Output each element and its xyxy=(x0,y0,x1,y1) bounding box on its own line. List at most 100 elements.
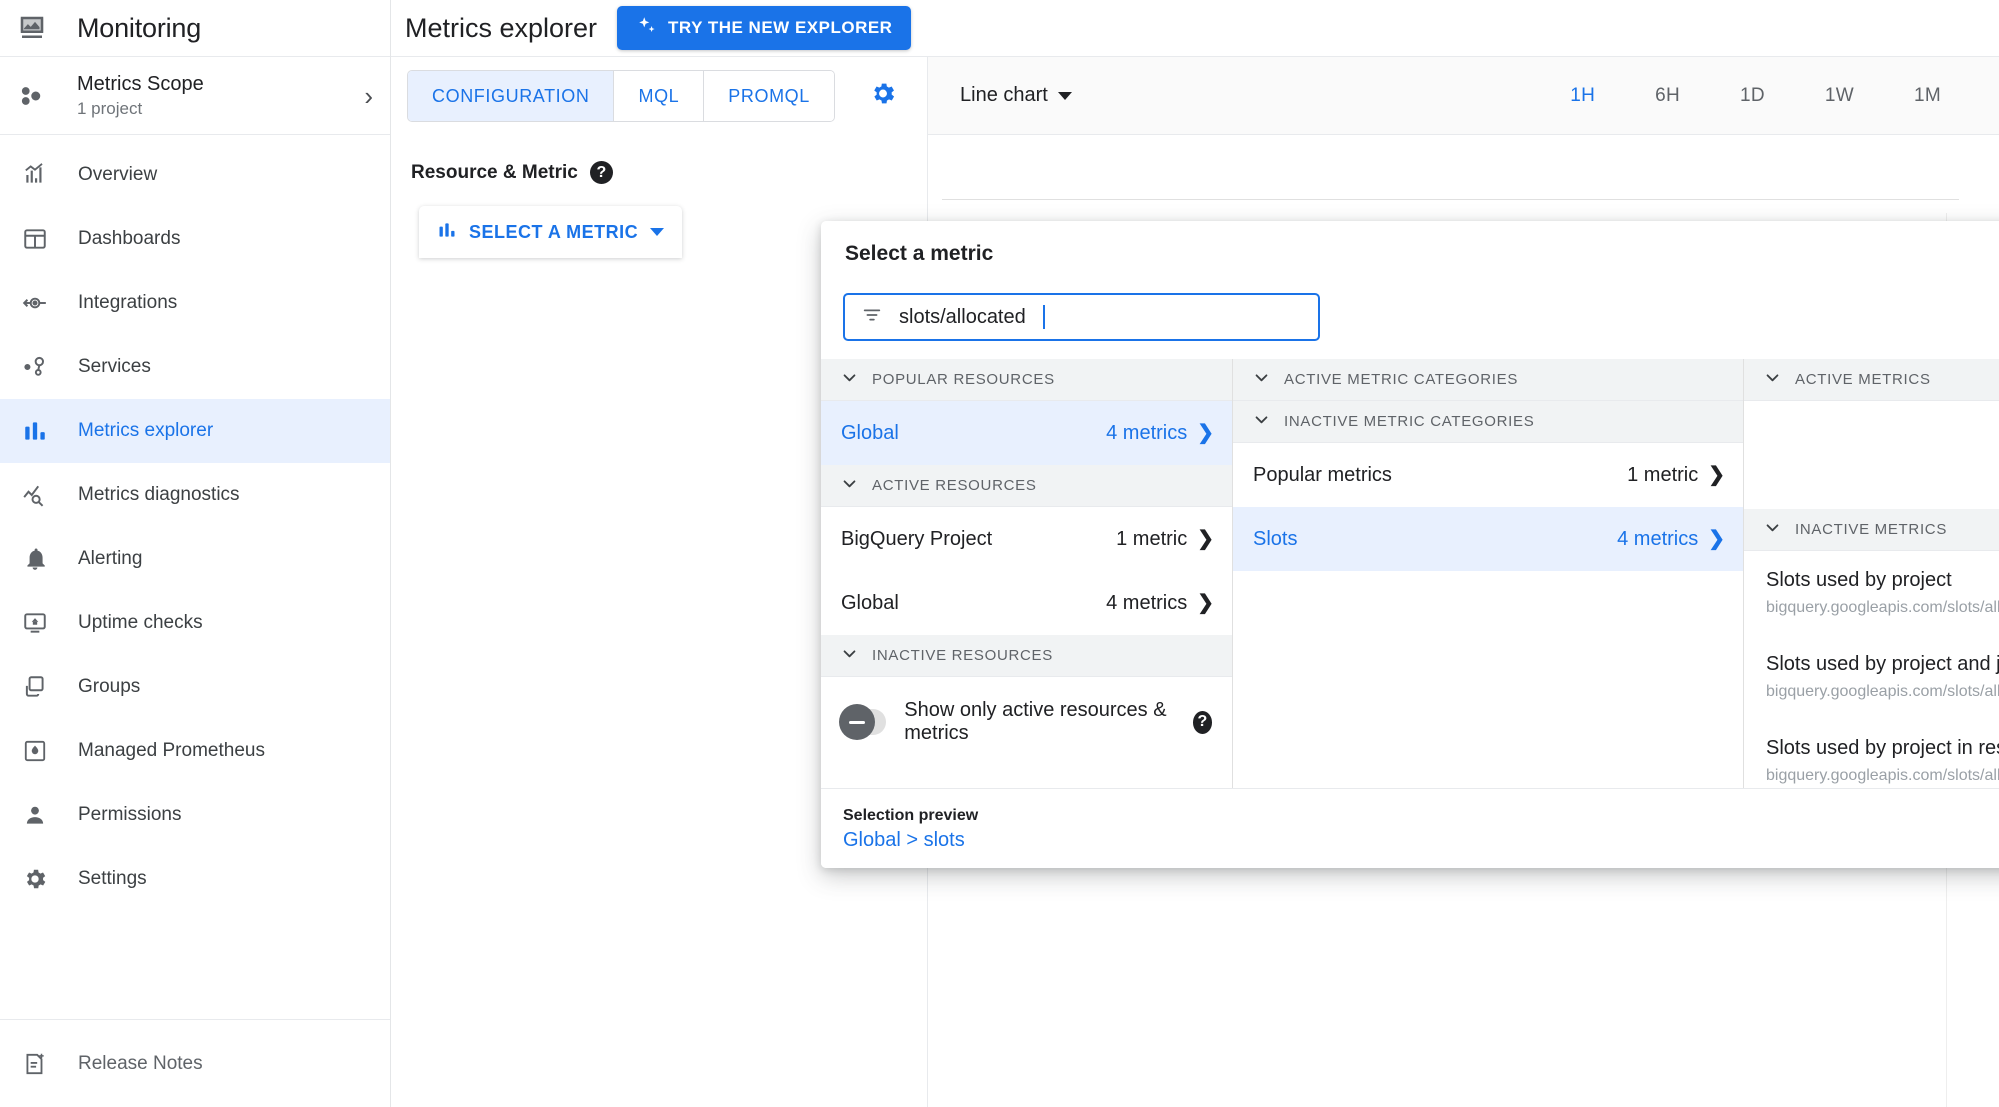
diagnostics-search-icon xyxy=(20,480,50,510)
sidebar-item-managed-prometheus[interactable]: Managed Prometheus xyxy=(0,719,390,783)
sidebar-item-groups[interactable]: Groups xyxy=(0,655,390,719)
query-tabs: CONFIGURATION MQL PROMQL xyxy=(407,70,835,122)
metric-id: bigquery.googleapis.com/slots/allocated_… xyxy=(1766,599,1999,616)
sidebar: Monitoring Metrics Scope 1 project › Ove… xyxy=(0,0,391,1107)
inactive-metrics-list[interactable]: Slots used by project bigquery.googleapi… xyxy=(1744,551,1999,788)
groups-layers-icon xyxy=(20,672,50,702)
sidebar-item-metrics-explorer[interactable]: Metrics explorer xyxy=(0,399,390,463)
metric-list-item[interactable]: Slots used by project and job type bigqu… xyxy=(1744,635,1999,719)
show-only-active-toggle[interactable] xyxy=(839,704,887,740)
time-range-selector: 1H 6H 1D 1W 1M xyxy=(1540,85,1971,107)
brand-header: Monitoring xyxy=(0,0,390,57)
category-name: Slots xyxy=(1253,527,1298,550)
resource-count-label: 4 metrics xyxy=(1106,591,1188,614)
sidebar-item-integrations[interactable]: Integrations xyxy=(0,271,390,335)
show-only-active-toggle-row: Show only active resources & metrics ? xyxy=(821,677,1232,767)
main-content: Metrics explorer TRY THE NEW EXPLORER CO… xyxy=(391,0,1999,1107)
sidebar-item-label: Uptime checks xyxy=(78,612,203,633)
help-icon[interactable]: ? xyxy=(1192,710,1212,734)
group-header-active-metric-categories[interactable]: ACTIVE METRIC CATEGORIES xyxy=(1233,359,1743,401)
bar-chart-icon xyxy=(20,416,50,446)
sidebar-item-uptime-checks[interactable]: Uptime checks xyxy=(0,591,390,655)
range-1m[interactable]: 1M xyxy=(1884,85,1971,107)
help-icon[interactable]: ? xyxy=(589,161,613,184)
metric-id: bigquery.googleapis.com/slots/allocated_… xyxy=(1766,767,1999,784)
dashboards-grid-icon xyxy=(20,224,50,254)
category-name: Popular metrics xyxy=(1253,463,1392,486)
resource-metric-count: 4 metrics ❯ xyxy=(1106,592,1214,615)
sidebar-item-release-notes[interactable]: Release Notes xyxy=(0,1019,390,1107)
range-1w[interactable]: 1W xyxy=(1795,85,1884,107)
toggle-knob xyxy=(839,704,875,740)
metric-id: bigquery.googleapis.com/slots/allocated_… xyxy=(1766,683,1999,700)
page-title: Metrics explorer xyxy=(405,12,598,43)
group-header-inactive-metrics[interactable]: INACTIVE METRICS xyxy=(1744,509,1999,551)
group-header-inactive-resources[interactable]: INACTIVE RESOURCES xyxy=(821,635,1232,677)
select-a-metric-button[interactable]: SELECT A METRIC xyxy=(419,206,683,258)
resources-column: POPULAR RESOURCES Global 4 metrics ❯ ACT… xyxy=(821,359,1233,788)
group-header-inactive-metric-categories[interactable]: INACTIVE METRIC CATEGORIES xyxy=(1233,401,1743,443)
caret-down-icon xyxy=(650,228,665,236)
metric-list-item[interactable]: Slots used by project in reservation big… xyxy=(1744,719,1999,788)
sidebar-item-label: Permissions xyxy=(78,804,182,825)
sidebar-item-label: Groups xyxy=(78,676,141,697)
chevron-down-icon xyxy=(1764,369,1781,390)
group-header-active-metrics[interactable]: ACTIVE METRICS xyxy=(1744,359,1999,401)
monitoring-app: Monitoring Metrics Scope 1 project › Ove… xyxy=(0,0,1999,1107)
try-new-explorer-button[interactable]: TRY THE NEW EXPLORER xyxy=(617,6,912,50)
resource-row-global-active[interactable]: Global 4 metrics ❯ xyxy=(821,571,1232,635)
chevron-down-icon xyxy=(841,645,858,666)
dialog-footer: Selection preview Global > slots Cancel … xyxy=(821,788,1999,868)
chart-type-selector[interactable]: Line chart xyxy=(960,84,1072,107)
sidebar-item-overview[interactable]: Overview xyxy=(0,143,390,207)
sidebar-item-label: Dashboards xyxy=(78,228,181,249)
group-header-active-resources[interactable]: ACTIVE RESOURCES xyxy=(821,465,1232,507)
chevron-right-icon: ❯ xyxy=(1708,528,1725,550)
active-metrics-empty-area xyxy=(1744,401,1999,509)
integrations-node-icon xyxy=(20,288,50,318)
range-6h[interactable]: 6H xyxy=(1625,85,1710,107)
tab-configuration[interactable]: CONFIGURATION xyxy=(408,71,615,121)
metric-filter-input[interactable]: slots/allocated xyxy=(843,293,1320,341)
group-header-label: ACTIVE METRIC CATEGORIES xyxy=(1284,371,1519,388)
metric-list-item[interactable]: Slots used by project bigquery.googleapi… xyxy=(1744,551,1999,635)
group-header-label: POPULAR RESOURCES xyxy=(872,371,1055,388)
sidebar-item-services[interactable]: Services xyxy=(0,335,390,399)
group-header-label: ACTIVE RESOURCES xyxy=(872,477,1037,494)
selection-preview-label: Selection preview xyxy=(843,806,979,824)
chart-type-label: Line chart xyxy=(960,84,1048,106)
chevron-down-icon xyxy=(1253,411,1270,432)
tab-mql[interactable]: MQL xyxy=(614,71,705,121)
category-row-slots[interactable]: Slots 4 metrics ❯ xyxy=(1233,507,1743,571)
metrics-scope-selector[interactable]: Metrics Scope 1 project › xyxy=(0,57,390,135)
category-metric-count: 4 metrics ❯ xyxy=(1617,528,1725,551)
sidebar-item-dashboards[interactable]: Dashboards xyxy=(0,207,390,271)
range-1h[interactable]: 1H xyxy=(1540,85,1625,107)
chart-toolbar: Line chart 1H 6H 1D 1W 1M xyxy=(928,57,1999,135)
dialog-columns: POPULAR RESOURCES Global 4 metrics ❯ ACT… xyxy=(821,359,1999,788)
resource-row-bigquery-project[interactable]: BigQuery Project 1 metric ❯ xyxy=(821,507,1232,571)
sidebar-item-alerting[interactable]: Alerting xyxy=(0,527,390,591)
group-header-popular-resources[interactable]: POPULAR RESOURCES xyxy=(821,359,1232,401)
chevron-right-icon: ❯ xyxy=(1197,528,1214,550)
sidebar-item-permissions[interactable]: Permissions xyxy=(0,783,390,847)
sidebar-item-label: Overview xyxy=(78,164,158,185)
resource-name: BigQuery Project xyxy=(841,527,993,550)
tab-promql[interactable]: PROMQL xyxy=(704,71,834,121)
caret-down-icon xyxy=(1057,91,1072,100)
range-1d[interactable]: 1D xyxy=(1710,85,1795,107)
category-row-popular-metrics[interactable]: Popular metrics 1 metric ❯ xyxy=(1233,443,1743,507)
resource-row-global-popular[interactable]: Global 4 metrics ❯ xyxy=(821,401,1232,465)
resource-metric-count: 1 metric ❯ xyxy=(1116,528,1214,551)
query-settings-gear-icon[interactable] xyxy=(869,80,897,113)
metrics-scope-icon xyxy=(17,81,47,111)
select-a-metric-label: SELECT A METRIC xyxy=(469,221,639,242)
chevron-down-icon xyxy=(1253,369,1270,390)
resource-count-label: 4 metrics xyxy=(1106,421,1188,444)
brand-title: Monitoring xyxy=(77,12,202,43)
category-metric-count: 1 metric ❯ xyxy=(1627,464,1725,487)
sidebar-item-settings[interactable]: Settings xyxy=(0,847,390,911)
group-header-label: INACTIVE RESOURCES xyxy=(872,647,1053,664)
group-header-label: INACTIVE METRICS xyxy=(1795,521,1948,538)
sidebar-item-metrics-diagnostics[interactable]: Metrics diagnostics xyxy=(0,463,390,527)
